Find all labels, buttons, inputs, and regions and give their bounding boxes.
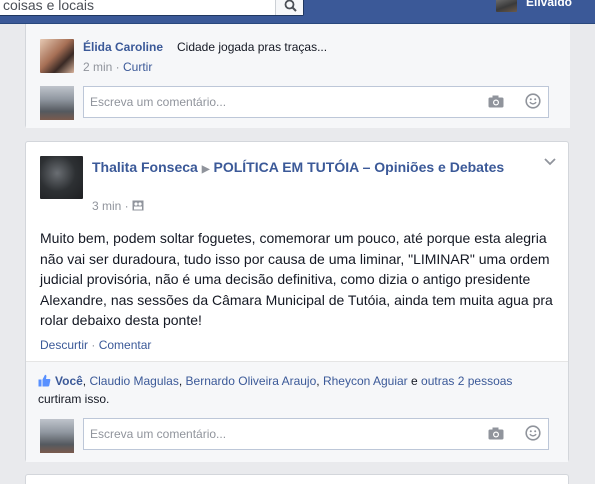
audience-group-icon[interactable] xyxy=(132,200,144,211)
comment-placeholder: Escreva um comentário... xyxy=(90,95,227,109)
comment-link[interactable]: Comentar xyxy=(99,338,152,352)
camera-icon[interactable] xyxy=(488,95,504,108)
comment-section: Élida Caroline Cidade jogada pras traças… xyxy=(26,24,570,128)
liker-you[interactable]: Você xyxy=(55,374,83,388)
comment-input[interactable]: Escreva um comentário... xyxy=(83,418,549,450)
other-likers-link[interactable]: outras 2 pessoas xyxy=(421,374,512,388)
post-header: Thalita Fonseca ▶ POLÍTICA EM TUTÓIA – Opi… xyxy=(92,157,512,180)
liker-link[interactable]: Claudio Magulas xyxy=(89,374,178,388)
thumbs-up-icon xyxy=(38,374,51,387)
arrow-right-icon: ▶ xyxy=(201,164,210,175)
profile-link[interactable]: Elivaldo xyxy=(526,0,572,9)
post-time[interactable]: 3 min xyxy=(92,199,121,213)
emoji-icon[interactable] xyxy=(525,93,541,109)
comment-meta: 2 min · Curtir xyxy=(83,60,153,74)
comment-author-link[interactable]: Élida Caroline xyxy=(83,40,163,54)
reply-avatar xyxy=(40,86,74,120)
post-card: Thalita Fonseca ▶ POLÍTICA EM TUTÓIA – Opi… xyxy=(25,141,569,462)
unlike-link[interactable]: Descurtir xyxy=(40,338,88,352)
search-icon xyxy=(284,0,297,12)
reply-avatar xyxy=(40,419,74,453)
search-field[interactable]: coisas e locais xyxy=(0,0,304,16)
post-author-avatar[interactable] xyxy=(40,156,83,199)
emoji-icon[interactable] xyxy=(525,425,541,441)
likes-and-comments-section: Você, Claudio Magulas, Bernardo Oliveira… xyxy=(26,361,568,462)
comment-avatar[interactable] xyxy=(40,39,74,73)
search-button[interactable] xyxy=(275,0,303,15)
comment-input[interactable]: Escreva um comentário... xyxy=(83,86,549,118)
top-navigation-bar: coisas e locais Elivaldo xyxy=(0,0,595,24)
group-link[interactable]: POLÍTICA EM TUTÓIA – Opiniões e Debates xyxy=(214,159,505,175)
liker-link[interactable]: Bernardo Oliveira Araujo xyxy=(186,374,317,388)
next-post-card xyxy=(25,474,569,484)
previous-post-card: Élida Caroline Cidade jogada pras traças… xyxy=(25,24,570,128)
post-actions: Descurtir · Comentar xyxy=(40,338,152,352)
likes-conjunction: e xyxy=(411,374,418,388)
chevron-down-icon[interactable] xyxy=(544,158,556,166)
search-input[interactable]: coisas e locais xyxy=(3,0,94,13)
likes-suffix: curtiram isso. xyxy=(38,392,110,406)
post-meta: 3 min · xyxy=(92,199,144,213)
post-author-link[interactable]: Thalita Fonseca xyxy=(92,159,198,175)
comment-like-link[interactable]: Curtir xyxy=(123,60,152,74)
comment-time[interactable]: 2 min xyxy=(83,60,112,74)
avatar[interactable] xyxy=(496,0,517,12)
liker-link[interactable]: Rheycon Aguiar xyxy=(323,374,408,388)
comment-text: Cidade jogada pras traças... xyxy=(177,40,328,54)
camera-icon[interactable] xyxy=(488,427,504,440)
post-body: Muito bem, podem soltar foguetes, comemo… xyxy=(40,230,553,328)
likes-summary: Você, Claudio Magulas, Bernardo Oliveira… xyxy=(38,374,513,406)
comment-placeholder: Escreva um comentário... xyxy=(90,427,227,441)
